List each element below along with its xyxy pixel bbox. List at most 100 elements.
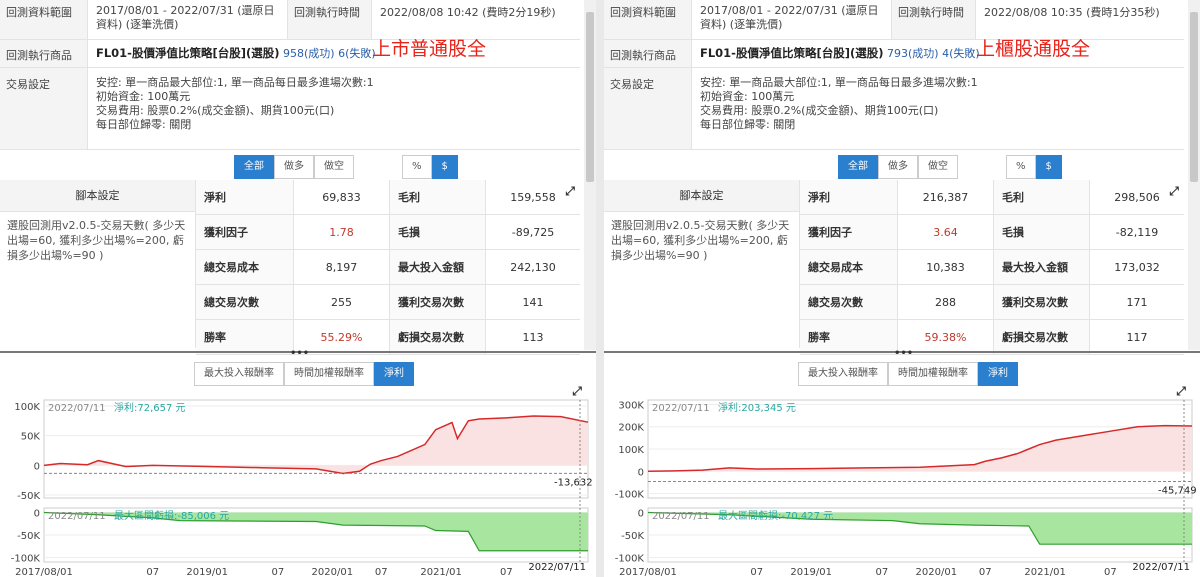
- stat-label: 毛損: [994, 215, 1090, 249]
- xtick-label: 2019/01: [186, 567, 228, 577]
- xtick-label: 2017/08/01: [619, 567, 677, 577]
- stat-value: 10,383: [898, 250, 994, 284]
- fail-count[interactable]: 4(失敗): [942, 47, 980, 60]
- top-scrollbar[interactable]: [1188, 0, 1200, 350]
- stat-value: 242,130: [510, 260, 556, 274]
- profit-area: [44, 416, 588, 474]
- tab-max-invest-return[interactable]: 最大投入報酬率: [194, 362, 284, 386]
- success-count[interactable]: 958(成功): [283, 47, 335, 60]
- xtick-label: 07: [876, 567, 889, 577]
- stats-row: 淨利 216,387 毛利 298,506: [800, 180, 1184, 215]
- tab-time-weighted-return[interactable]: 時間加權報酬率: [888, 362, 978, 386]
- stat-label: 獲利因子: [196, 215, 294, 249]
- top-ytick-label: 100K: [618, 445, 644, 456]
- range-value: 2017/08/01 - 2022/07/31 (還原日資料) (逐筆洗價): [88, 0, 288, 39]
- stat-value: 69,833: [294, 180, 390, 214]
- unit-percent-button[interactable]: %: [1006, 155, 1036, 179]
- script-settings: 腳本設定 選股回測用v2.0.5-交易天數( 多少天出場=60, 獲利多少出場%…: [0, 180, 196, 348]
- tab-time-weighted-return[interactable]: 時間加權報酬率: [284, 362, 374, 386]
- xtick-label: 07: [146, 567, 159, 577]
- tab-net-profit[interactable]: 淨利: [374, 362, 414, 386]
- stat-value: 117: [1126, 330, 1148, 344]
- xtick-label: 07: [272, 567, 285, 577]
- stat-label: 總交易次數: [800, 285, 898, 319]
- product-row: 回測執行商品 FL01-股價淨值比策略[台股](選股) 958(成功) 6(失敗…: [0, 40, 580, 68]
- direction-filter: 全部 做多 做空: [838, 155, 958, 179]
- range-row: 回測資料範圍 2017/08/01 - 2022/07/31 (還原日資料) (…: [0, 0, 580, 40]
- stat-label: 淨利: [800, 180, 898, 214]
- tab-net-profit[interactable]: 淨利: [978, 362, 1018, 386]
- divider-handle-icon[interactable]: •••: [290, 348, 309, 359]
- stat-label: 總交易成本: [196, 250, 294, 284]
- stat-value: 255: [294, 285, 390, 319]
- top-ytick-label: -50K: [17, 491, 40, 502]
- stat-value: 288: [898, 285, 994, 319]
- stats-grid: 淨利 69,833 毛利 159,558 獲利因子 1.78 毛損 -89,725 總交易成本 8…: [196, 180, 580, 355]
- stats-block: 腳本設定 選股回測用v2.0.5-交易天數( 多少天出場=60, 獲利多少出場%…: [604, 180, 1184, 355]
- top-ytick-label: 200K: [618, 423, 644, 434]
- filter-long-button[interactable]: 做多: [878, 155, 918, 179]
- stats-row: 淨利 69,833 毛利 159,558: [196, 180, 580, 215]
- stat-value: 216,387: [898, 180, 994, 214]
- strategy-name: FL01-股價淨值比策略[台股](選股): [700, 46, 884, 60]
- top-scrollbar-thumb[interactable]: [586, 12, 594, 182]
- trade-settings-row: 交易設定 安控: 單一商品最大部位:1, 單一商品每日最多進場次數:1 初始資金…: [604, 68, 1184, 150]
- top-date-label: 2022/07/11: [48, 403, 106, 414]
- stat-label: 獲利交易次數: [390, 285, 486, 319]
- unit-toggle: % $: [1006, 155, 1062, 179]
- trade-settings-label: 交易設定: [604, 68, 692, 149]
- filter-all-button[interactable]: 全部: [234, 155, 274, 179]
- exec-time-label: 回測執行時間: [288, 0, 372, 39]
- unit-dollar-button[interactable]: $: [431, 155, 458, 179]
- top-ytick-label: -100K: [615, 490, 645, 501]
- market-tag: 上櫃股通股全: [976, 38, 1091, 60]
- stats-row: 總交易成本 8,197 最大投入金額 242,130: [196, 250, 580, 285]
- stat-value: -89,725: [511, 225, 555, 239]
- stat-value: 171: [1126, 295, 1148, 309]
- cursor-date-label: 2022/07/11: [528, 562, 586, 573]
- tab-max-invest-return[interactable]: 最大投入報酬率: [798, 362, 888, 386]
- stats-row: 獲利因子 1.78 毛損 -89,725: [196, 215, 580, 250]
- chart-tabs: 最大投入報酬率 時間加權報酬率 淨利: [798, 362, 1018, 386]
- fail-count[interactable]: 6(失敗): [338, 47, 376, 60]
- top-scrollbar[interactable]: [584, 0, 596, 350]
- range-label: 回測資料範圍: [0, 0, 88, 39]
- bottom-ytick-label: -50K: [17, 531, 40, 542]
- stat-value: -82,119: [1115, 225, 1159, 239]
- divider-handle-icon[interactable]: •••: [894, 348, 913, 359]
- stat-label: 虧損交易次數: [994, 320, 1090, 354]
- unit-dollar-button[interactable]: $: [1035, 155, 1062, 179]
- top-scrollbar-thumb[interactable]: [1190, 12, 1198, 182]
- stat-label: 毛損: [390, 215, 486, 249]
- xtick-label: 2020/01: [916, 567, 958, 577]
- script-settings-body: 選股回測用v2.0.5-交易天數( 多少天出場=60, 獲利多少出場%=200,…: [7, 219, 186, 262]
- stats-row: 總交易成本 10,383 最大投入金額 173,032: [800, 250, 1184, 285]
- unit-percent-button[interactable]: %: [402, 155, 432, 179]
- bottom-ytick-label: -50K: [621, 531, 644, 542]
- direction-filter: 全部 做多 做空: [234, 155, 354, 179]
- drawdown-readout: 最大區間虧損:-70,427 元: [718, 509, 833, 522]
- top-ytick-label: 50K: [21, 432, 41, 443]
- backtest-panel-right: 回測資料範圍 2017/08/01 - 2022/07/31 (還原日資料) (…: [604, 0, 1200, 577]
- expand-stats-icon[interactable]: ⤢: [563, 184, 577, 198]
- bottom-ytick-label: 0: [34, 509, 40, 520]
- xtick-label: 07: [375, 567, 388, 577]
- bottom-ytick-label: 0: [638, 509, 644, 520]
- xtick-label: 2021/01: [420, 567, 462, 577]
- equity-chart: 100K 50K 0 -50K 0 -50K -100K -13,632 2022/07/11 淨…: [11, 399, 593, 577]
- expand-stats-icon[interactable]: ⤢: [1167, 184, 1181, 198]
- success-count[interactable]: 793(成功): [887, 47, 939, 60]
- xtick-label: 2017/08/01: [15, 567, 73, 577]
- filter-long-button[interactable]: 做多: [274, 155, 314, 179]
- filter-short-button[interactable]: 做空: [314, 155, 354, 179]
- bottom-date-label: 2022/07/11: [652, 511, 710, 522]
- stat-label: 毛利: [390, 180, 486, 214]
- xtick-label: 07: [750, 567, 763, 577]
- filter-short-button[interactable]: 做空: [918, 155, 958, 179]
- script-settings-body: 選股回測用v2.0.5-交易天數( 多少天出場=60, 獲利多少出場%=200,…: [611, 219, 790, 262]
- exec-time-value: 2022/08/08 10:42 (費時2分19秒): [380, 6, 556, 19]
- trade-settings-row: 交易設定 安控: 單一商品最大部位:1, 單一商品每日最多進場次數:1 初始資金…: [0, 68, 580, 150]
- stat-label: 總交易成本: [800, 250, 898, 284]
- filter-all-button[interactable]: 全部: [838, 155, 878, 179]
- unit-toggle: % $: [402, 155, 458, 179]
